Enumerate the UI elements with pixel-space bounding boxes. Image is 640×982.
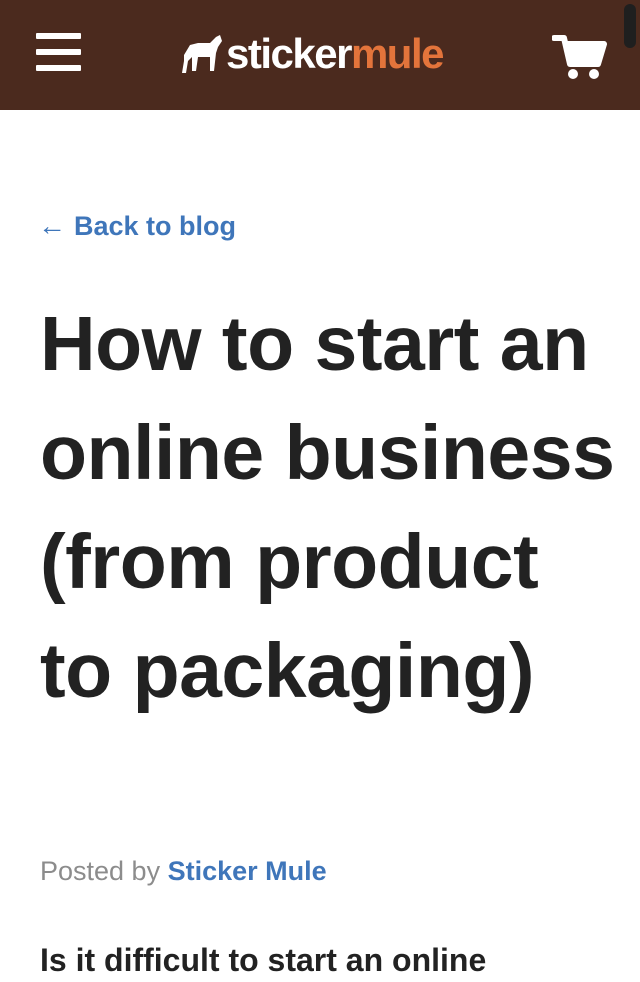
sticker-mule-logo[interactable]: sticker mule	[180, 26, 445, 82]
back-to-blog-link[interactable]: ← Back to blog	[38, 210, 236, 242]
left-arrow-icon: ←	[38, 210, 66, 241]
top-nav-bar: sticker mule	[0, 0, 640, 110]
back-to-blog-label: Back to blog	[74, 210, 237, 241]
hamburger-menu-icon[interactable]	[36, 30, 82, 74]
article-title: How to start an online business (from pr…	[40, 301, 615, 714]
author-link[interactable]: Sticker Mule	[168, 856, 327, 886]
article-intro: Is it difficult to start an online	[40, 942, 487, 978]
scrollbar-thumb[interactable]	[624, 4, 636, 48]
byline-prefix: Posted by	[40, 856, 161, 886]
logo-word-sticker: sticker	[226, 30, 352, 77]
byline: Posted by Sticker Mule	[40, 856, 327, 887]
shopping-cart-icon[interactable]	[551, 32, 608, 82]
logo-word-mule: mule	[350, 30, 445, 77]
mule-icon	[182, 35, 222, 73]
